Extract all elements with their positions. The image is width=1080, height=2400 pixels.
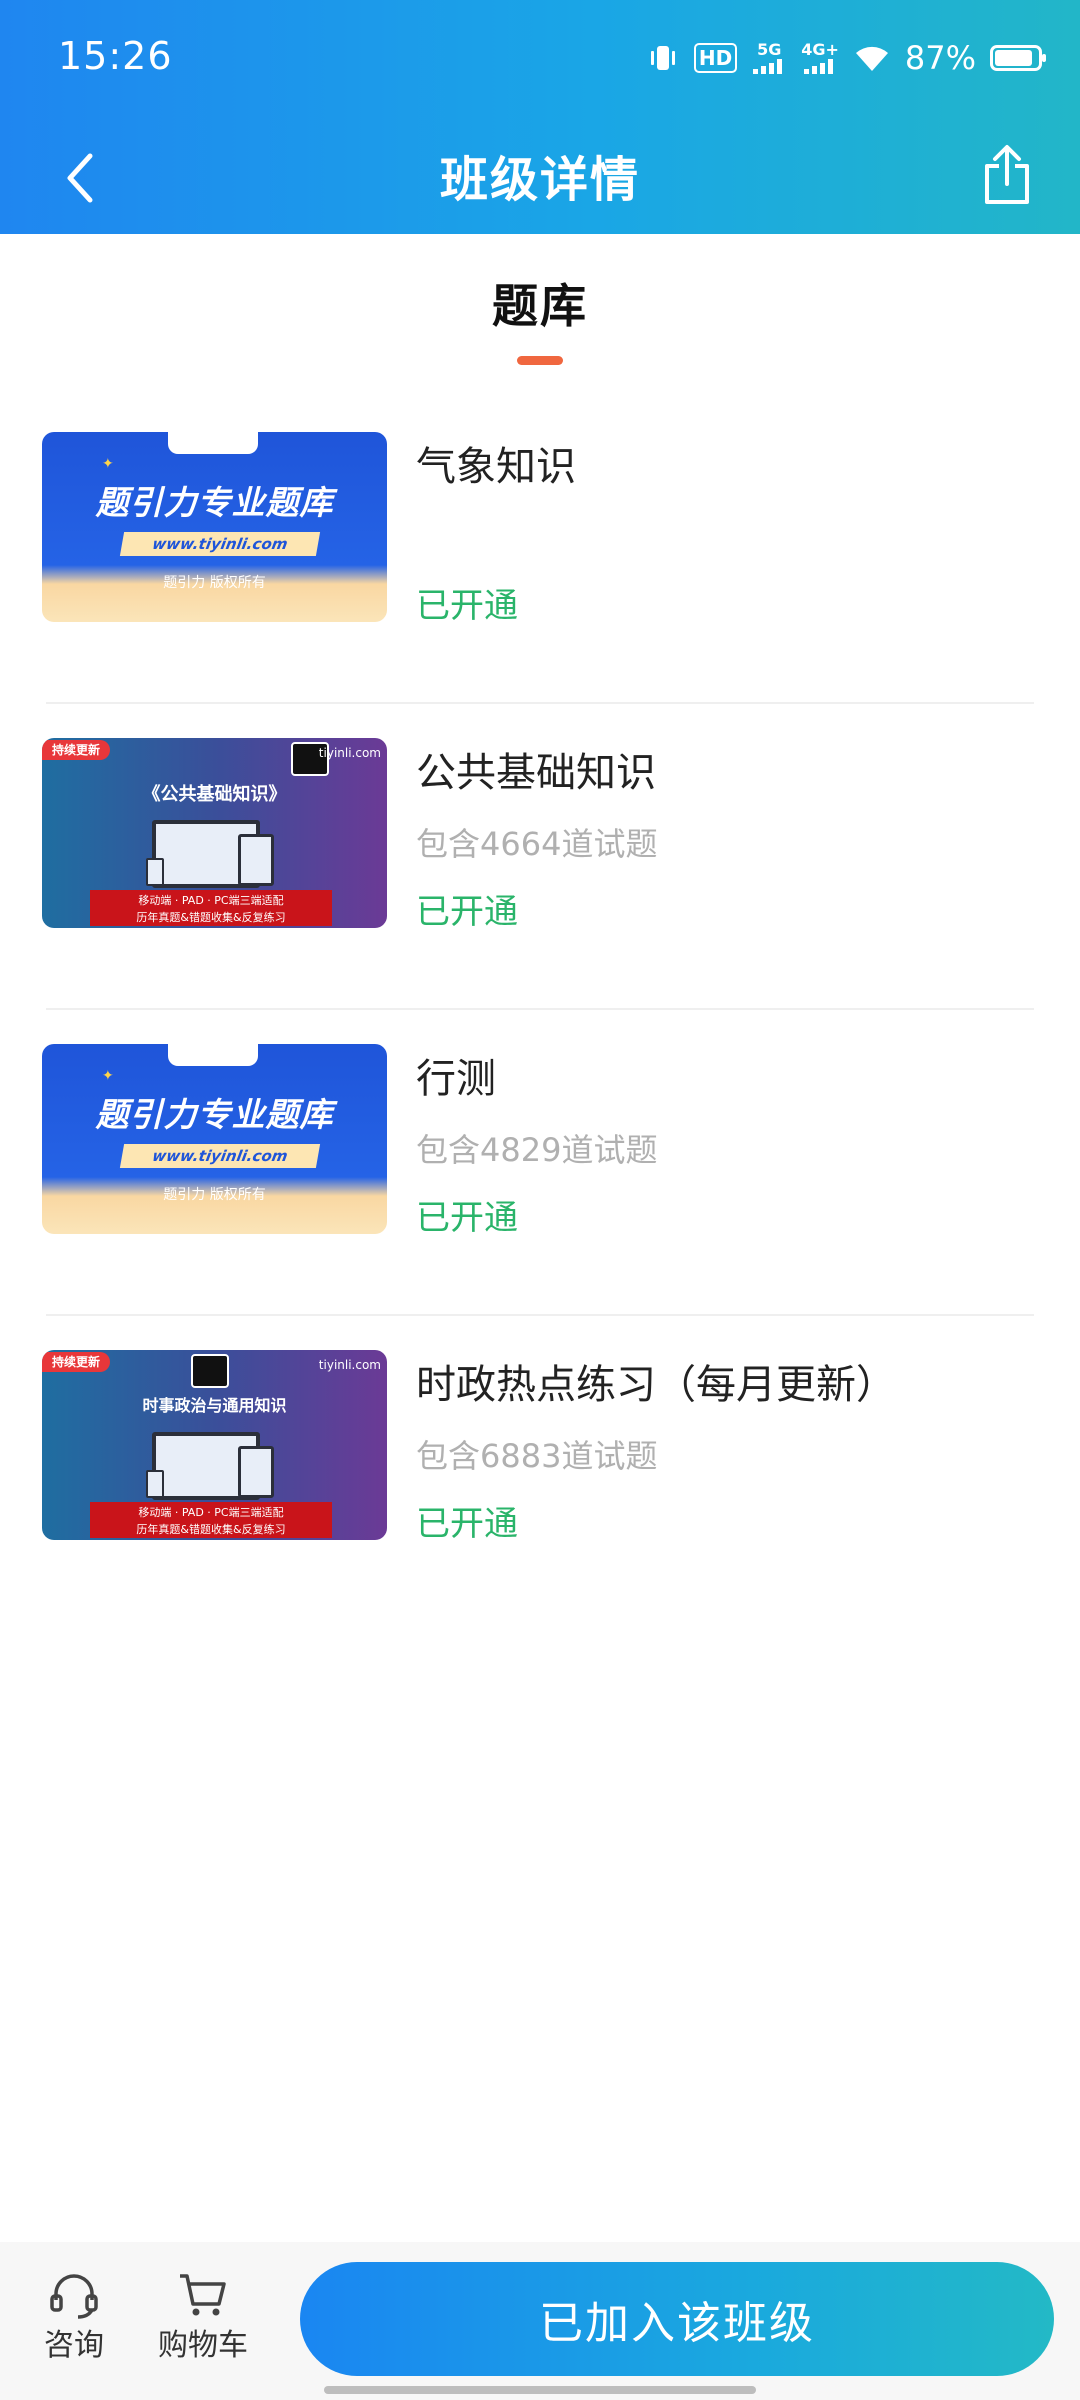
share-icon [985, 145, 1029, 204]
thumbnail-footer: 移动端 · PAD · PC端三端适配 历年真题&错题收集&反复练习 [90, 890, 332, 926]
item-status: 已开通 [416, 586, 518, 626]
tab-active-indicator [517, 356, 563, 365]
thumbnail-headline: 《公共基础知识》 [142, 784, 287, 805]
tablet-icon [238, 834, 274, 886]
star-icon: ✦ [102, 456, 114, 472]
thumbnail-site: tiyinli.com [318, 746, 381, 760]
consult-label: 咨询 [44, 2328, 104, 2363]
signal-4g-label: 4G+ [801, 40, 839, 59]
question-bank-list: ✦ 题引力专业题库 www.tiyinli.com 题引力 版权所有 气象知识 … [0, 398, 1080, 1622]
list-item[interactable]: 持续更新 tiyinli.com 时事政治与通用知识 移动端 · PAD · P… [0, 1316, 1080, 1622]
hd-icon: HD [693, 43, 738, 73]
thumbnail-footer-line1: 移动端 · PAD · PC端三端适配 [138, 894, 284, 907]
cart-label: 购物车 [158, 2328, 248, 2363]
thumbnail-headline: 题引力专业题库 [95, 483, 334, 522]
tab-question-bank[interactable]: 题库 [0, 270, 1080, 365]
consult-button[interactable]: 咨询 [44, 2270, 104, 2364]
vibrate-icon [646, 41, 680, 75]
bottom-bar: 咨询 购物车 已加入该班级 [0, 2242, 1080, 2400]
item-title: 时政热点练习（每月更新） [416, 1362, 896, 1408]
header: 15:26 HD 5G 4G+ 87% 班级详情 [0, 0, 1080, 234]
thumbnail-headline: 题引力专业题库 [95, 1095, 334, 1134]
thumbnail-footer-line1: 移动端 · PAD · PC端三端适配 [138, 1506, 284, 1519]
list-item[interactable]: ✦ 题引力专业题库 www.tiyinli.com 题引力 版权所有 行测 包含… [0, 1010, 1080, 1316]
star-icon: ✦ [102, 1068, 114, 1084]
wifi-icon [853, 43, 891, 73]
thumbnail-logo-tab [168, 432, 258, 454]
item-title: 气象知识 [416, 444, 576, 490]
thumbnail-footer-line2: 历年真题&错题收集&反复练习 [136, 1523, 286, 1536]
thumbnail-badge: 持续更新 [42, 740, 111, 760]
thumbnail-footer-line2: 历年真题&错题收集&反复练习 [136, 911, 286, 924]
course-thumbnail: 持续更新 tiyinli.com 《公共基础知识》 移动端 · PAD · PC… [42, 738, 387, 928]
status-bar: 15:26 HD 5G 4G+ 87% [0, 0, 1080, 118]
battery-icon [990, 45, 1046, 71]
phone-icon [146, 1470, 164, 1498]
joined-class-button[interactable]: 已加入该班级 [300, 2262, 1054, 2376]
thumbnail-badge: 持续更新 [42, 1352, 111, 1372]
signal-5g-label: 5G [757, 40, 782, 59]
thumbnail-logo-tab [168, 1044, 258, 1066]
tablet-icon [238, 1446, 274, 1498]
course-thumbnail: ✦ 题引力专业题库 www.tiyinli.com 题引力 版权所有 [42, 1044, 387, 1234]
item-question-count: 包含6883道试题 [416, 1437, 658, 1475]
signal-5g-icon: 5G [751, 42, 787, 74]
home-indicator[interactable] [324, 2386, 756, 2394]
cart-button[interactable]: 购物车 [158, 2270, 248, 2364]
item-status: 已开通 [416, 1198, 518, 1238]
list-item[interactable]: ✦ 题引力专业题库 www.tiyinli.com 题引力 版权所有 气象知识 … [0, 398, 1080, 704]
shopping-cart-icon [175, 2270, 231, 2320]
section-title: 题库 [492, 279, 588, 333]
thumbnail-headline: 时事政治与通用知识 [142, 1396, 287, 1415]
item-title: 公共基础知识 [416, 750, 656, 796]
item-question-count: 包含4829道试题 [416, 1131, 658, 1169]
share-button[interactable] [964, 132, 1050, 218]
signal-4g-icon: 4G+ [801, 42, 839, 74]
thumbnail-footer: 移动端 · PAD · PC端三端适配 历年真题&错题收集&反复练习 [90, 1502, 332, 1538]
thumbnail-url: www.tiyinli.com [119, 1144, 321, 1168]
headset-icon [46, 2270, 102, 2320]
thumbnail-copyright: 题引力 版权所有 [163, 1187, 266, 1203]
brand-logo-icon [191, 1354, 229, 1388]
status-icons: HD 5G 4G+ 87% [646, 36, 1046, 80]
item-status: 已开通 [416, 892, 518, 932]
nav-bar: 班级详情 [0, 118, 1080, 234]
item-question-count: 包含4664道试题 [416, 825, 658, 863]
page-title: 班级详情 [439, 152, 640, 208]
status-time: 15:26 [58, 34, 173, 78]
battery-percent: 87% [904, 39, 976, 77]
item-status: 已开通 [416, 1504, 518, 1544]
thumbnail-site: tiyinli.com [318, 1358, 381, 1372]
course-thumbnail: 持续更新 tiyinli.com 时事政治与通用知识 移动端 · PAD · P… [42, 1350, 387, 1540]
list-item[interactable]: 持续更新 tiyinli.com 《公共基础知识》 移动端 · PAD · PC… [0, 704, 1080, 1010]
thumbnail-copyright: 题引力 版权所有 [163, 575, 266, 591]
phone-icon [146, 858, 164, 886]
course-thumbnail: ✦ 题引力专业题库 www.tiyinli.com 题引力 版权所有 [42, 432, 387, 622]
thumbnail-url: www.tiyinli.com [119, 532, 321, 556]
item-title: 行测 [416, 1056, 496, 1102]
